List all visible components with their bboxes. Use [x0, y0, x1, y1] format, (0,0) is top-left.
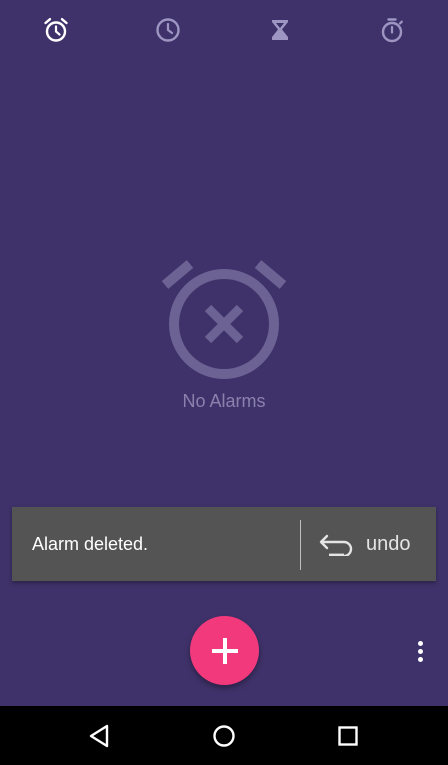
- add-alarm-button[interactable]: [190, 616, 259, 685]
- empty-state-label: No Alarms: [182, 391, 266, 411]
- empty-state: No Alarms: [0, 255, 448, 412]
- undo-button[interactable]: undo: [312, 507, 436, 581]
- home-button[interactable]: [209, 721, 239, 751]
- clock-icon: [156, 18, 180, 42]
- back-icon: [89, 724, 109, 748]
- tab-alarm[interactable]: [40, 14, 72, 46]
- plus-icon: [211, 637, 238, 664]
- navigation-bar: [0, 706, 448, 765]
- alarm-off-icon: [161, 260, 287, 379]
- overflow-dot: [417, 648, 423, 654]
- undo-label: undo: [366, 532, 411, 555]
- snackbar: Alarm deleted. undo: [12, 507, 436, 581]
- recents-button[interactable]: [333, 721, 363, 751]
- recents-icon: [338, 726, 358, 746]
- more-vertical-icon[interactable]: [408, 636, 432, 666]
- undo-icon: [319, 534, 353, 556]
- back-button[interactable]: [85, 721, 115, 751]
- overflow-dot: [417, 656, 423, 662]
- stopwatch-icon: [381, 18, 403, 43]
- tab-timer[interactable]: [264, 14, 296, 46]
- overflow-dot: [417, 640, 423, 646]
- snackbar-message: Alarm deleted.: [32, 534, 149, 554]
- alarm-clock-icon: [44, 18, 68, 42]
- snackbar-divider: [300, 520, 301, 570]
- home-icon: [213, 725, 235, 747]
- tab-bar: [0, 0, 448, 62]
- hourglass-icon: [272, 20, 288, 40]
- deskclock-screen: No Alarms Alarm deleted. undo: [0, 0, 448, 765]
- tab-clock[interactable]: [152, 14, 184, 46]
- tab-stopwatch[interactable]: [376, 14, 408, 46]
